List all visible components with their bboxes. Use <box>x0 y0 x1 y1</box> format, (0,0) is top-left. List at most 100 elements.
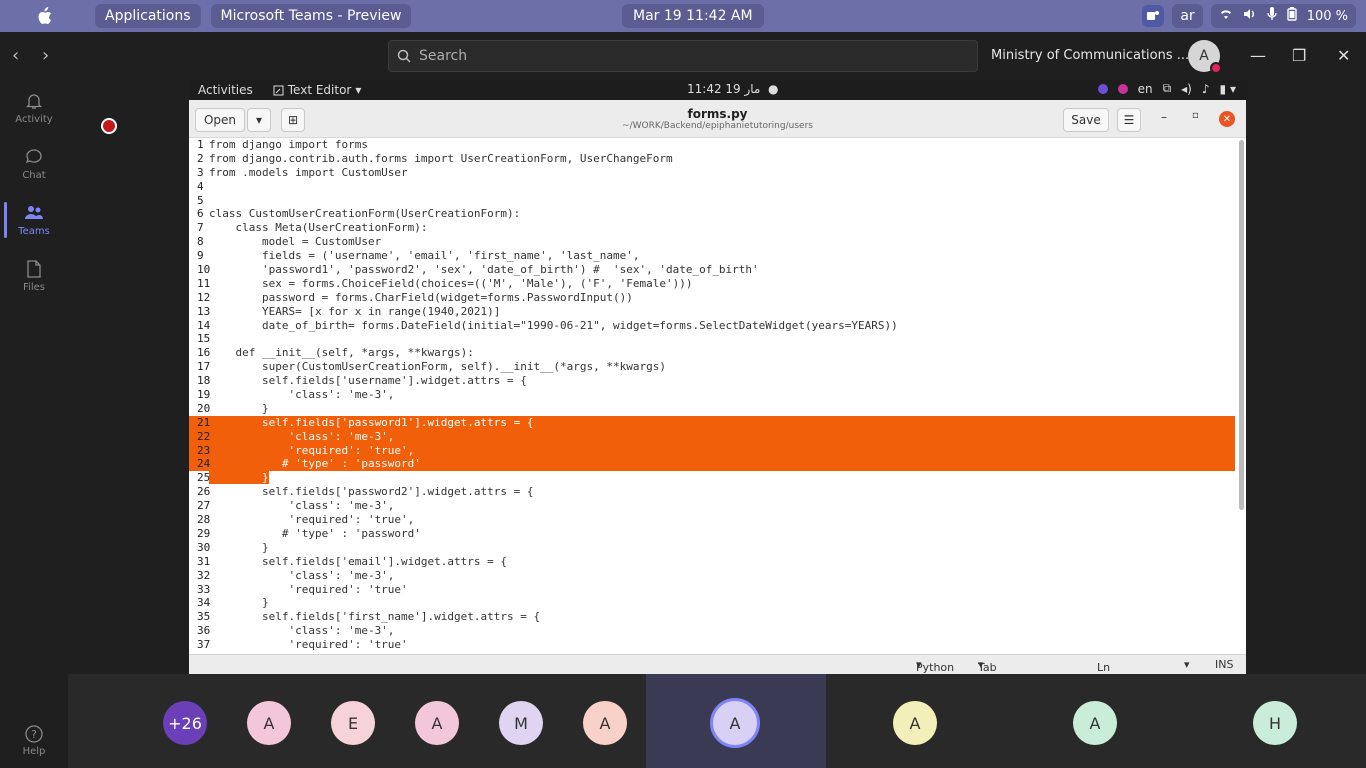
participant-avatar[interactable]: E <box>331 701 375 745</box>
sidebar-item-teams[interactable]: Teams <box>0 192 68 248</box>
shared-screen: Activities Text Editor ▾ 11:42 19 مار ● … <box>189 80 1246 674</box>
line-number: 11 <box>197 276 211 290</box>
code-line[interactable]: 13 YEARS= [x for x in range(1940,2021)] <box>189 305 1235 319</box>
code-line[interactable]: 34 } <box>189 596 1235 610</box>
system-menubar: Applications Microsoft Teams - Preview M… <box>0 0 1366 32</box>
app-indicator-icon[interactable] <box>1117 83 1128 94</box>
code-line[interactable]: 14 date_of_birth= forms.DateField(initia… <box>189 319 1235 333</box>
input-language[interactable]: ar <box>1172 4 1203 28</box>
more-participants-badge[interactable]: +26 <box>163 701 207 745</box>
line-number: 20 <box>197 401 211 415</box>
help-button[interactable]: ? Help <box>0 724 68 757</box>
language-selector[interactable]: Python ▾ <box>916 658 954 674</box>
line-number: 31 <box>197 554 211 568</box>
code-line[interactable]: 18 self.fields['username'].widget.attrs … <box>189 374 1235 388</box>
participant-avatar[interactable]: A <box>583 701 627 745</box>
datetime[interactable]: Mar 19 11:42 AM <box>622 4 764 28</box>
org-switcher[interactable]: Ministry of Communications ... ⌄ <box>991 48 1204 63</box>
participant-avatar[interactable]: A <box>415 701 459 745</box>
minimize-icon[interactable]: – <box>1161 110 1167 124</box>
line-number: 3 <box>197 165 204 179</box>
code-line[interactable]: 1 from django import forms <box>189 138 1235 152</box>
code-line[interactable]: 3 from .models import CustomUser <box>189 166 1235 180</box>
participant-avatar[interactable]: A <box>710 698 760 748</box>
code-line[interactable]: 29 # 'type' : 'password' <box>189 527 1235 541</box>
code-editor[interactable]: 1 from django import forms 2 from django.co… <box>189 138 1235 654</box>
code-line[interactable]: 36 'class': 'me-3', <box>189 624 1235 638</box>
app-indicator-icon[interactable] <box>1097 83 1108 94</box>
code-line[interactable]: 12 password = forms.CharField(widget=for… <box>189 291 1235 305</box>
code-line[interactable]: 31 self.fields['email'].widget.attrs = { <box>189 555 1235 569</box>
microphone-icon[interactable]: ♪ <box>1202 82 1210 96</box>
participant-avatar[interactable]: H <box>1253 701 1297 745</box>
teams-tray-icon[interactable] <box>1142 5 1165 27</box>
ubuntu-clock[interactable]: 11:42 19 مار ● <box>687 82 778 96</box>
code-line[interactable]: 30 } <box>189 541 1235 555</box>
participant-avatar[interactable]: A <box>247 701 291 745</box>
code-text: sex = forms.ChoiceField(choices=(('M', '… <box>209 276 693 290</box>
text-editor-menu[interactable]: Text Editor ▾ <box>273 83 361 97</box>
close-icon[interactable]: ✕ <box>1219 111 1235 127</box>
battery-icon[interactable]: ▮ ▾ <box>1220 82 1236 96</box>
code-line[interactable]: 2 from django.contrib.auth.forms import U… <box>189 152 1235 166</box>
code-line[interactable]: 15 <box>189 332 1235 346</box>
ubuntu-lang[interactable]: en <box>1138 82 1153 96</box>
code-line[interactable]: 17 super(CustomUserCreationForm, self)._… <box>189 360 1235 374</box>
code-line[interactable]: 28 'required': 'true', <box>189 513 1235 527</box>
active-app-menu[interactable]: Microsoft Teams - Preview <box>210 4 412 28</box>
code-line[interactable]: 8 model = CustomUser <box>189 235 1235 249</box>
forward-arrow-icon[interactable]: › <box>42 47 60 65</box>
volume-icon[interactable]: ◂) <box>1181 82 1192 96</box>
code-line[interactable]: 22 'class': 'me-3', <box>189 429 1235 444</box>
code-line[interactable]: 20 } <box>189 402 1235 416</box>
code-line[interactable]: 24 # 'type' : 'password' <box>189 457 1235 472</box>
minimize-icon[interactable]: — <box>1250 46 1266 65</box>
user-avatar[interactable]: A <box>1188 40 1222 74</box>
code-line[interactable]: 37 'required': 'true' <box>189 638 1235 652</box>
hamburger-menu-icon[interactable]: ☰ <box>1117 108 1141 132</box>
code-line[interactable]: 35 self.fields['first_name'].widget.attr… <box>189 610 1235 624</box>
code-line[interactable]: 9 fields = ('username', 'email', 'first_… <box>189 249 1235 263</box>
code-line[interactable]: 23 'required': 'true', <box>189 443 1235 458</box>
code-line[interactable]: 19 'class': 'me-3', <box>189 388 1235 402</box>
sidebar-item-files[interactable]: Files <box>0 248 68 304</box>
apple-icon[interactable] <box>33 5 55 27</box>
code-line[interactable]: 25 } <box>189 471 1235 485</box>
back-arrow-icon[interactable]: ‹ <box>12 47 30 65</box>
code-line[interactable]: 32 'class': 'me-3', <box>189 569 1235 583</box>
participant-avatar[interactable]: A <box>893 701 937 745</box>
save-button[interactable]: Save <box>1063 108 1109 132</box>
restore-icon[interactable]: ❐ <box>1292 46 1306 65</box>
activities-button[interactable]: Activities <box>198 83 253 97</box>
code-text: self.fields['first_name'].widget.attrs =… <box>209 610 541 624</box>
close-icon[interactable]: ✕ <box>1337 46 1350 65</box>
maximize-icon[interactable]: ▫ <box>1192 110 1199 121</box>
applications-menu[interactable]: Applications <box>95 4 201 28</box>
code-line[interactable]: 26 self.fields['password2'].widget.attrs… <box>189 485 1235 499</box>
code-text: } <box>209 471 269 485</box>
participant-avatar[interactable]: A <box>1073 701 1117 745</box>
line-number: 23 <box>197 443 211 457</box>
search-input[interactable]: Search <box>388 40 978 72</box>
status-icons[interactable]: 100 % <box>1210 4 1356 28</box>
code-line[interactable]: 4 <box>189 180 1235 194</box>
tab-width-selector[interactable]: Tab Width: 8 ▾ <box>978 658 997 674</box>
code-line[interactable]: 7 class Meta(UserCreationForm): <box>189 221 1235 235</box>
insert-mode: INS <box>1215 658 1234 671</box>
code-line[interactable]: 5 <box>189 194 1235 208</box>
code-line[interactable]: 6 class CustomUserCreationForm(UserCreati… <box>189 207 1235 221</box>
code-line[interactable]: 27 'class': 'me-3', <box>189 499 1235 513</box>
network-icon[interactable]: ⧉ <box>1163 81 1172 96</box>
position-dropdown-icon[interactable]: ▾ <box>1184 658 1190 671</box>
code-line[interactable]: 33 'required': 'true' <box>189 583 1235 597</box>
sidebar-item-activity[interactable]: Activity <box>0 80 68 136</box>
sidebar-item-chat[interactable]: Chat <box>0 136 68 192</box>
code-line[interactable]: 21 self.fields['password1'].widget.attrs… <box>189 415 1235 430</box>
code-line[interactable]: 16 def __init__(self, *args, **kwargs): <box>189 346 1235 360</box>
code-line[interactable]: 10 'password1', 'password2', 'sex', 'dat… <box>189 263 1235 277</box>
code-text: 'class': 'me-3', <box>209 568 395 582</box>
participant-avatar[interactable]: M <box>499 701 543 745</box>
code-line[interactable]: 11 sex = forms.ChoiceField(choices=(('M'… <box>189 277 1235 291</box>
code-text: 'class': 'me-3', <box>209 429 395 443</box>
scrollbar[interactable] <box>1239 140 1244 510</box>
